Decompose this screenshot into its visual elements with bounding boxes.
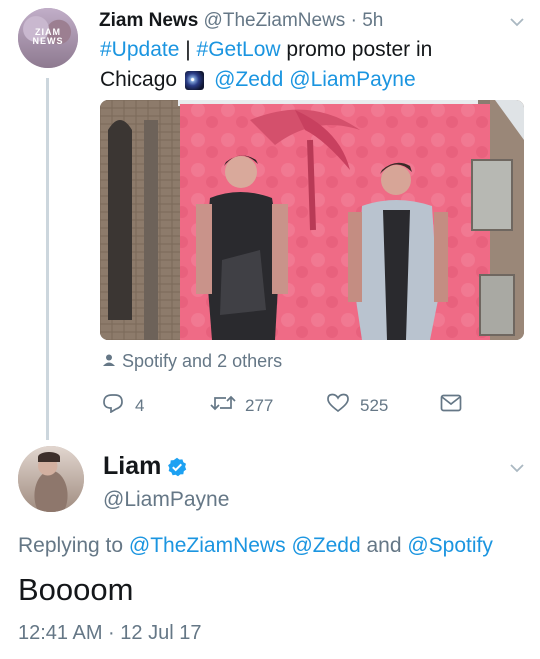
tweet-header: Ziam News @TheZiamNews · 5h bbox=[99, 9, 383, 33]
like-action[interactable]: 525 bbox=[327, 393, 388, 418]
retweet-icon bbox=[210, 393, 236, 418]
chevron-down-icon[interactable] bbox=[510, 460, 524, 478]
thread-line bbox=[46, 78, 49, 440]
heart-icon bbox=[327, 393, 349, 418]
dot-separator: · bbox=[350, 10, 357, 31]
retweet-count: 277 bbox=[245, 395, 274, 415]
poster-photo-illustration bbox=[100, 100, 524, 340]
hashtag-getlow[interactable]: #GetLow bbox=[197, 38, 281, 61]
reply-mention-theziamnews[interactable]: @TheZiamNews bbox=[129, 534, 286, 557]
tweet-photo[interactable] bbox=[100, 100, 524, 340]
tweet-text: #Update | #GetLow promo poster in Chicag… bbox=[100, 35, 530, 95]
reply-mention-spotify[interactable]: @Spotify bbox=[407, 534, 493, 557]
text-separator: | bbox=[179, 38, 197, 61]
tagged-users[interactable]: Spotify and 2 others bbox=[102, 351, 282, 372]
text-plain-2: Chicago bbox=[100, 68, 178, 91]
replying-to: Replying to @TheZiamNews @Zedd and @Spot… bbox=[18, 534, 493, 558]
hashtag-update[interactable]: #Update bbox=[100, 38, 179, 61]
like-count: 525 bbox=[360, 395, 389, 415]
author-name[interactable]: Liam bbox=[103, 452, 161, 481]
reply-icon bbox=[102, 393, 124, 418]
tweet-timestamp[interactable]: 12:41 AM · 12 Jul 17 bbox=[18, 622, 201, 645]
avatar-logo-text: ZIAM NEWS bbox=[32, 27, 64, 46]
tagged-label: Spotify and 2 others bbox=[122, 351, 283, 371]
person-tag-icon bbox=[102, 351, 116, 372]
reply-and: and bbox=[366, 534, 402, 557]
text-plain-1: promo poster in bbox=[280, 38, 433, 61]
message-icon[interactable] bbox=[440, 394, 462, 417]
verified-badge-icon bbox=[167, 457, 187, 477]
replying-prefix: Replying to bbox=[18, 534, 124, 557]
mention-zedd[interactable]: @Zedd bbox=[214, 65, 283, 95]
ziam-news-avatar[interactable]: ZIAM NEWS bbox=[18, 8, 78, 68]
author-handle[interactable]: @LiamPayne bbox=[103, 488, 229, 512]
reply-text: Boooom bbox=[18, 572, 134, 607]
tweet-time[interactable]: 5h bbox=[362, 10, 383, 31]
reply-count: 4 bbox=[135, 395, 145, 415]
author-name[interactable]: Ziam News bbox=[99, 10, 198, 31]
chevron-down-icon[interactable] bbox=[510, 14, 524, 32]
mention-liampayne[interactable]: @LiamPayne bbox=[289, 65, 415, 95]
author-handle[interactable]: @TheZiamNews bbox=[204, 10, 346, 31]
reply-mention-zedd[interactable]: @Zedd bbox=[291, 534, 360, 557]
galaxy-emoji-icon bbox=[185, 70, 205, 90]
reply-action[interactable]: 4 bbox=[102, 393, 144, 418]
author-name-row: Liam bbox=[103, 452, 187, 481]
liam-avatar[interactable] bbox=[18, 446, 84, 512]
retweet-action[interactable]: 277 bbox=[210, 393, 273, 418]
